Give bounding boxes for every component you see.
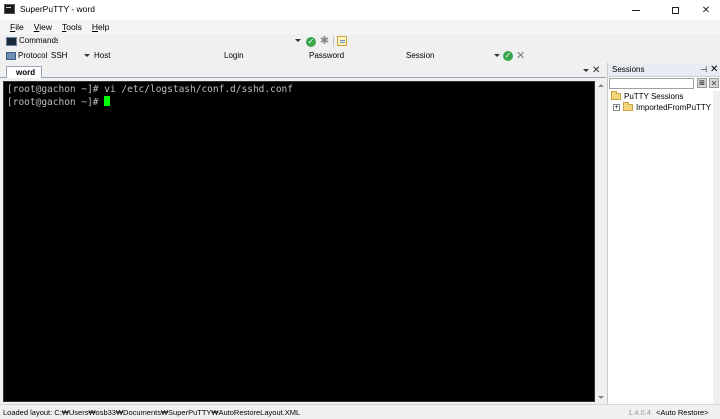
folder-icon bbox=[611, 91, 621, 100]
menu-help[interactable]: Help bbox=[92, 22, 109, 32]
window-title: SuperPuTTY - word bbox=[20, 4, 95, 14]
protocol-label: Protocol bbox=[18, 51, 48, 60]
close-icon: ✕ bbox=[701, 4, 711, 16]
notepad-icon[interactable] bbox=[337, 36, 347, 46]
protocol-chevron-down-icon[interactable] bbox=[84, 54, 90, 57]
tab-strip: word ✕ bbox=[0, 64, 606, 78]
sessions-scrollbar[interactable] bbox=[713, 91, 720, 404]
commands-label: Commands bbox=[19, 36, 60, 45]
status-version: 1.4.0.4 bbox=[628, 408, 651, 417]
terminal-prompt-line: [root@gachon ~]# bbox=[7, 96, 111, 108]
binoculars-icon[interactable]: ⊞ bbox=[697, 78, 707, 88]
protocol-select[interactable]: SSH bbox=[51, 51, 67, 60]
folder-icon bbox=[623, 102, 633, 111]
terminal-line: [root@gachon ~]# vi /etc/logstash/conf.d… bbox=[7, 84, 293, 95]
document-area: word ✕ [root@gachon ~]# vi /etc/logstash… bbox=[0, 64, 606, 404]
scroll-up-icon[interactable] bbox=[598, 84, 604, 87]
send-command-check-icon[interactable]: ✓ bbox=[306, 37, 316, 47]
auto-restore-status[interactable]: <Auto Restore> bbox=[656, 408, 709, 417]
connect-check-icon[interactable]: ✓ bbox=[503, 51, 513, 61]
terminal-screen[interactable]: [root@gachon ~]# vi /etc/logstash/conf.d… bbox=[3, 81, 595, 402]
console-icon bbox=[6, 37, 17, 46]
chevron-down-icon[interactable] bbox=[295, 39, 301, 42]
panel-close-icon[interactable]: ✕ bbox=[710, 64, 718, 75]
connection-toolbar: Protocol SSH Host Login Password Session bbox=[0, 49, 720, 63]
network-icon bbox=[6, 52, 16, 60]
session-chevron-down-icon[interactable] bbox=[494, 54, 500, 57]
session-select[interactable]: Session bbox=[406, 51, 434, 60]
maximize-button[interactable] bbox=[659, 0, 691, 20]
terminal-scrollbar[interactable] bbox=[596, 81, 605, 402]
menu-tools[interactable]: Tools bbox=[62, 22, 82, 32]
scroll-down-icon[interactable] bbox=[598, 396, 604, 399]
tab-word[interactable]: word bbox=[6, 66, 42, 78]
maximize-icon bbox=[671, 6, 679, 14]
clear-connection-x-icon[interactable]: ✕ bbox=[516, 49, 525, 62]
status-layout-text: Loaded layout: C:₩Users₩osb33₩Documents₩… bbox=[3, 408, 301, 417]
menu-view[interactable]: View bbox=[34, 22, 52, 32]
minimize-icon bbox=[632, 9, 640, 11]
terminal-icon bbox=[4, 4, 15, 14]
gear-icon[interactable]: ✱ bbox=[319, 36, 330, 47]
commands-toolbar: Commands bbox=[0, 34, 720, 49]
expand-plus-icon[interactable]: + bbox=[613, 104, 620, 111]
toolbar-separator bbox=[333, 36, 334, 47]
tree-root-putty-sessions[interactable]: PuTTY Sessions bbox=[611, 91, 684, 101]
terminal-cursor bbox=[104, 96, 111, 106]
menu-file[interactable]: File bbox=[10, 22, 24, 32]
sessions-panel-header: Sessions ⊣ ✕ bbox=[608, 63, 720, 77]
password-input[interactable]: Password bbox=[309, 51, 344, 60]
host-input[interactable]: Host bbox=[94, 51, 110, 60]
tab-list-chevron-down-icon[interactable] bbox=[583, 69, 589, 72]
sessions-panel: Sessions ⊣ ✕ ⊞ ✕ PuTTY Sessions + Import… bbox=[607, 63, 720, 404]
menu-bar: File View Tools Help bbox=[0, 20, 720, 34]
pin-icon[interactable]: ⊣ bbox=[700, 65, 707, 74]
tree-item-imported-from-putty[interactable]: + ImportedFromPuTTY bbox=[613, 102, 712, 112]
title-bar: SuperPuTTY - word ✕ bbox=[0, 0, 720, 20]
tab-close-icon[interactable]: ✕ bbox=[592, 65, 600, 76]
minimize-button[interactable] bbox=[620, 0, 652, 20]
commands-combobox[interactable] bbox=[58, 35, 302, 48]
tree-item-label: ImportedFromPuTTY bbox=[636, 103, 712, 112]
login-input[interactable]: Login bbox=[224, 51, 244, 60]
clear-search-icon[interactable]: ✕ bbox=[709, 78, 719, 88]
close-window-button[interactable]: ✕ bbox=[690, 0, 720, 20]
session-search-input[interactable] bbox=[609, 78, 694, 89]
status-bar: Loaded layout: C:₩Users₩osb33₩Documents₩… bbox=[0, 404, 720, 419]
sessions-panel-title: Sessions bbox=[612, 65, 645, 74]
tree-root-label: PuTTY Sessions bbox=[624, 92, 684, 101]
